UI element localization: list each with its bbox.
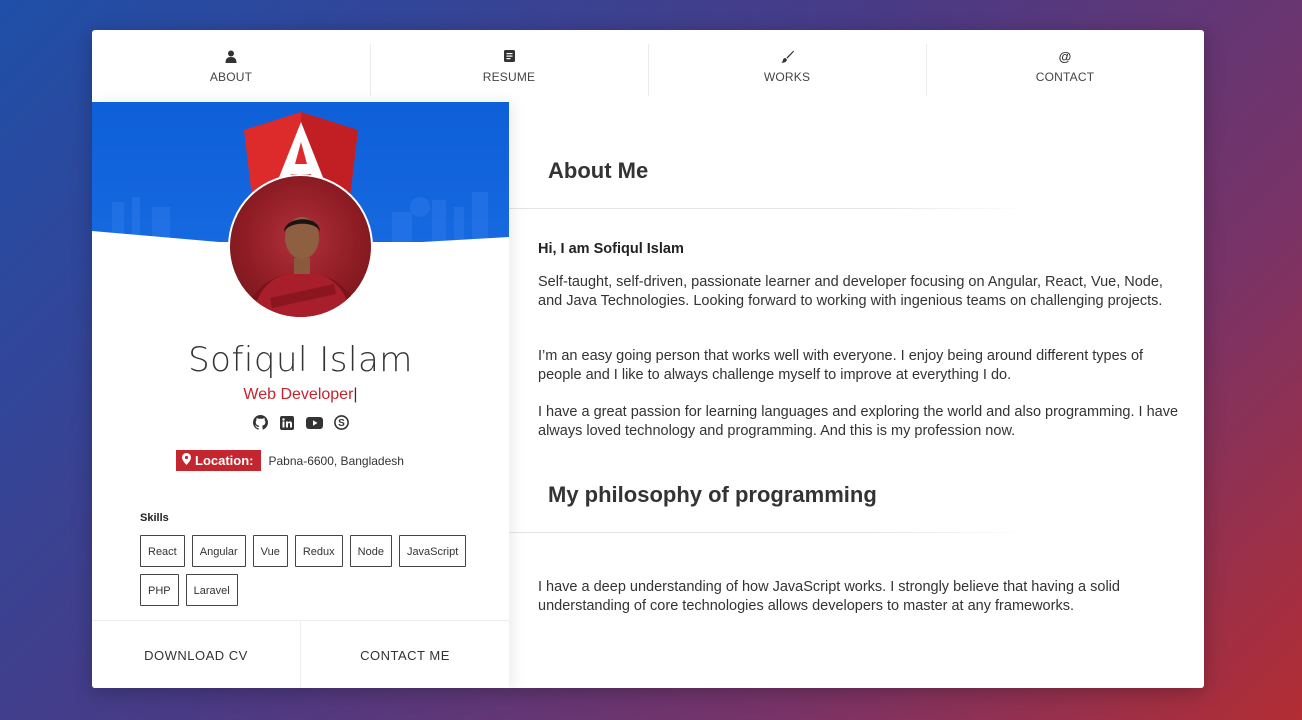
skills-title: Skills — [140, 512, 169, 524]
profile-actions: DOWNLOAD CV CONTACT ME — [92, 620, 509, 688]
skill-tag: Redux — [294, 535, 343, 567]
about-paragraph: Self-taught, self-driven, passionate lea… — [538, 274, 1163, 309]
location-value: Pabna-6600, Bangladesh — [268, 453, 404, 468]
location-row: Location: Pabna-6600, Bangladesh — [176, 450, 404, 471]
nav-item-resume[interactable]: RESUME — [370, 30, 648, 102]
linkedin-icon[interactable] — [279, 414, 296, 431]
about-divider — [509, 208, 1029, 209]
location-badge: Location: — [176, 450, 261, 471]
skill-tag: React — [140, 535, 185, 567]
philosophy-title: My philosophy of programming — [548, 482, 877, 507]
nav-label-about: ABOUT — [209, 70, 253, 84]
skill-tag: Angular — [191, 535, 246, 567]
role-text: Web Developer — [243, 386, 354, 403]
typing-caret: | — [353, 386, 358, 403]
nav-label-resume: RESUME — [482, 70, 536, 84]
location-label: Location: — [195, 453, 254, 468]
top-nav: ABOUT RESUME WORKS @ CONTACT — [92, 30, 1204, 102]
about-greeting: Hi, I am Sofiqul Islam — [538, 241, 684, 257]
philosophy-paragraph: I have a deep understanding of how JavaS… — [538, 579, 1120, 614]
user-icon — [225, 48, 237, 64]
about-paragraph: I’m an easy going person that works well… — [538, 348, 1144, 383]
youtube-icon[interactable] — [305, 414, 323, 431]
skype-icon[interactable]: S — [333, 414, 350, 431]
document-icon — [503, 48, 515, 64]
skill-tag: PHP — [140, 574, 179, 606]
resume-card: ABOUT RESUME WORKS @ CONTACT Sofiqul Isl… — [92, 30, 1204, 688]
about-content: About Me Hi, I am Sofiqul Islam Self-tau… — [509, 102, 1204, 688]
social-links: S — [92, 414, 509, 431]
skills-list: React Angular Vue Redux Node JavaScript … — [140, 535, 470, 606]
nav-item-contact[interactable]: @ CONTACT — [926, 30, 1204, 102]
skill-tag: JavaScript — [398, 535, 467, 567]
svg-text:S: S — [338, 418, 345, 429]
nav-item-works[interactable]: WORKS — [648, 30, 926, 102]
github-icon[interactable] — [252, 414, 269, 431]
skill-tag: Laravel — [185, 574, 238, 606]
brush-icon — [780, 48, 794, 64]
nav-label-contact: CONTACT — [1035, 70, 1095, 84]
map-pin-icon — [182, 453, 191, 468]
nav-item-about[interactable]: ABOUT — [92, 30, 370, 102]
avatar — [228, 174, 373, 319]
at-icon: @ — [1058, 48, 1072, 64]
skill-tag: Vue — [252, 535, 288, 567]
profile-panel: Sofiqul Islam Web Developer| S Location:… — [92, 102, 509, 688]
skill-tag: Node — [349, 535, 392, 567]
profile-role: Web Developer| — [92, 386, 509, 404]
about-title: About Me — [548, 158, 649, 183]
about-paragraph: I have a great passion for learning lang… — [538, 404, 1179, 439]
profile-name: Sofiqul Islam — [188, 340, 413, 380]
download-cv-button[interactable]: DOWNLOAD CV — [92, 621, 300, 688]
nav-label-works: WORKS — [763, 70, 811, 84]
contact-me-button[interactable]: CONTACT ME — [300, 621, 509, 688]
philosophy-divider — [509, 532, 1029, 533]
